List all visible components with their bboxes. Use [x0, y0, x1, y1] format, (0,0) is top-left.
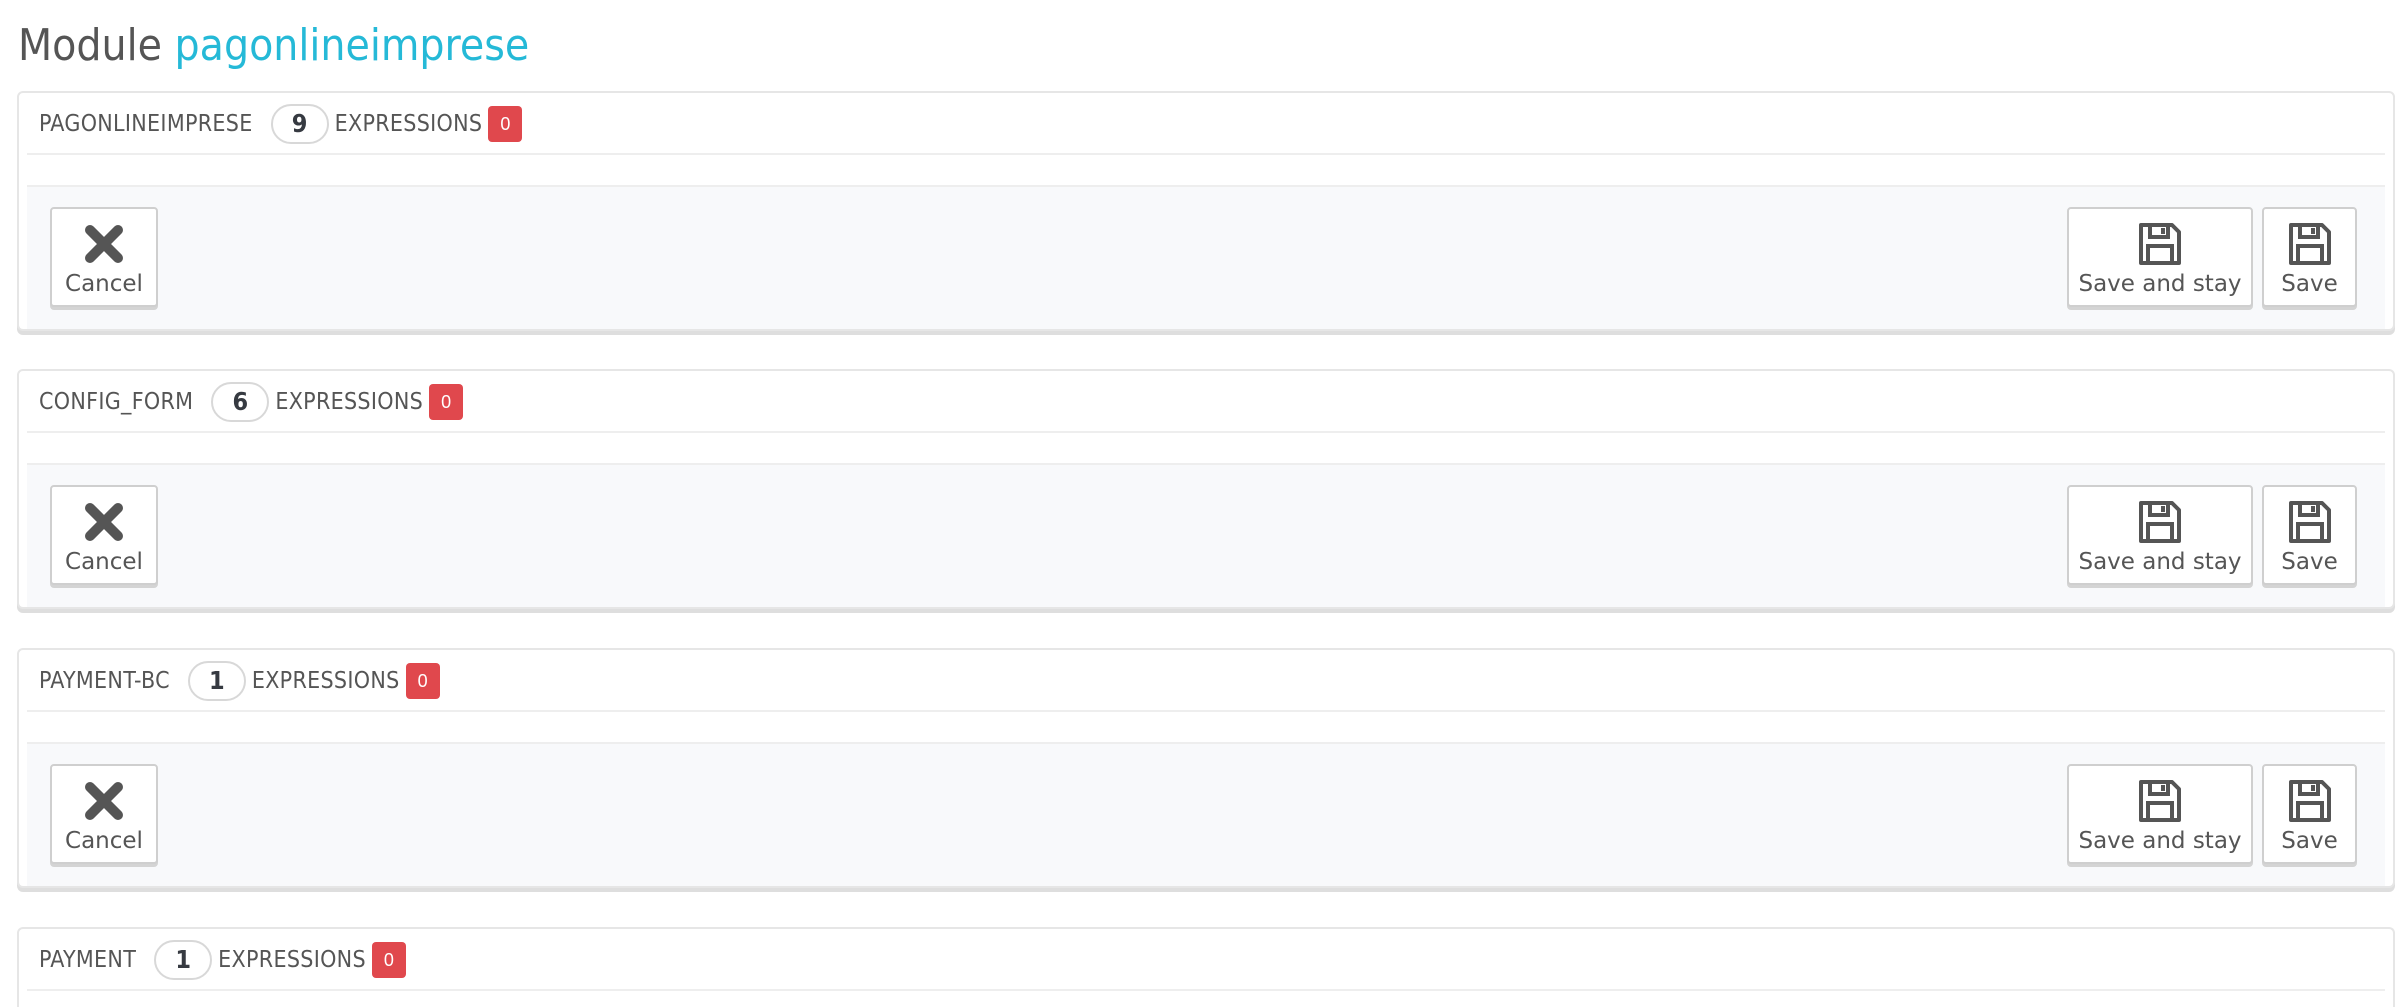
- floppy-disk-icon: [2069, 776, 2251, 826]
- missing-expressions-badge: 0: [405, 663, 440, 699]
- panel-heading[interactable]: PAYMENT 1 EXPRESSIONS 0: [19, 929, 2393, 991]
- cancel-button-label: Cancel: [65, 828, 143, 854]
- page-title: Module pagonlineimprese: [18, 14, 529, 78]
- page-title-prefix: Module: [18, 20, 162, 71]
- translation-panel-pagonlineimprese: PAGONLINEIMPRESE 9 EXPRESSIONS 0 Cancel …: [17, 91, 2395, 331]
- panel-title: PAYMENT-BC: [39, 668, 170, 694]
- translation-panel-config-form: CONFIG_FORM 6 EXPRESSIONS 0 Cancel Save …: [17, 369, 2395, 609]
- expressions-label: EXPRESSIONS: [218, 947, 366, 973]
- translation-panel-payment-bc: PAYMENT-BC 1 EXPRESSIONS 0 Cancel Save a…: [17, 648, 2395, 888]
- panel-title: PAYMENT: [39, 947, 137, 973]
- floppy-disk-icon: [2264, 776, 2355, 826]
- expressions-label: EXPRESSIONS: [334, 111, 483, 137]
- panel-footer: Cancel Save and stay Save: [27, 742, 2385, 886]
- translation-count-badge: 1: [187, 661, 246, 701]
- panel-title: PAGONLINEIMPRESE: [39, 111, 253, 137]
- save-and-stay-button-label: Save and stay: [2078, 271, 2242, 297]
- close-icon: [52, 776, 156, 826]
- save-button-label: Save: [2281, 271, 2338, 297]
- panel-heading[interactable]: PAGONLINEIMPRESE 9 EXPRESSIONS 0: [19, 93, 2393, 155]
- missing-expressions-badge: 0: [371, 942, 406, 978]
- panel-footer: Cancel Save and stay Save: [27, 463, 2385, 607]
- module-name: pagonlineimprese: [174, 20, 530, 71]
- cancel-button-label: Cancel: [65, 271, 143, 297]
- expressions-label: EXPRESSIONS: [251, 668, 400, 694]
- floppy-disk-icon: [2069, 497, 2251, 547]
- missing-expressions-badge: 0: [488, 106, 523, 142]
- close-icon: [52, 497, 156, 547]
- save-and-stay-button[interactable]: Save and stay: [2067, 485, 2253, 585]
- missing-expressions-badge: 0: [429, 384, 464, 420]
- translation-count-badge: 1: [154, 940, 213, 980]
- save-button-label: Save: [2281, 549, 2338, 575]
- floppy-disk-icon: [2264, 497, 2355, 547]
- cancel-button[interactable]: Cancel: [50, 485, 158, 585]
- translation-panel-payment: PAYMENT 1 EXPRESSIONS 0: [17, 927, 2395, 1007]
- expressions-label: EXPRESSIONS: [275, 389, 424, 415]
- save-button[interactable]: Save: [2262, 485, 2357, 585]
- translation-count-badge: 9: [270, 104, 329, 144]
- save-button[interactable]: Save: [2262, 764, 2357, 864]
- save-button-label: Save: [2281, 828, 2338, 854]
- save-and-stay-button[interactable]: Save and stay: [2067, 207, 2253, 307]
- panel-heading[interactable]: CONFIG_FORM 6 EXPRESSIONS 0: [19, 371, 2393, 433]
- save-and-stay-button-label: Save and stay: [2078, 549, 2242, 575]
- panel-heading[interactable]: PAYMENT-BC 1 EXPRESSIONS 0: [19, 650, 2393, 712]
- cancel-button[interactable]: Cancel: [50, 764, 158, 864]
- translation-count-badge: 6: [211, 382, 270, 422]
- cancel-button[interactable]: Cancel: [50, 207, 158, 307]
- close-icon: [52, 219, 156, 269]
- cancel-button-label: Cancel: [65, 549, 143, 575]
- panel-title: CONFIG_FORM: [39, 389, 194, 415]
- floppy-disk-icon: [2264, 219, 2355, 269]
- floppy-disk-icon: [2069, 219, 2251, 269]
- save-button[interactable]: Save: [2262, 207, 2357, 307]
- panel-footer: Cancel Save and stay Save: [27, 185, 2385, 329]
- save-and-stay-button[interactable]: Save and stay: [2067, 764, 2253, 864]
- save-and-stay-button-label: Save and stay: [2078, 828, 2242, 854]
